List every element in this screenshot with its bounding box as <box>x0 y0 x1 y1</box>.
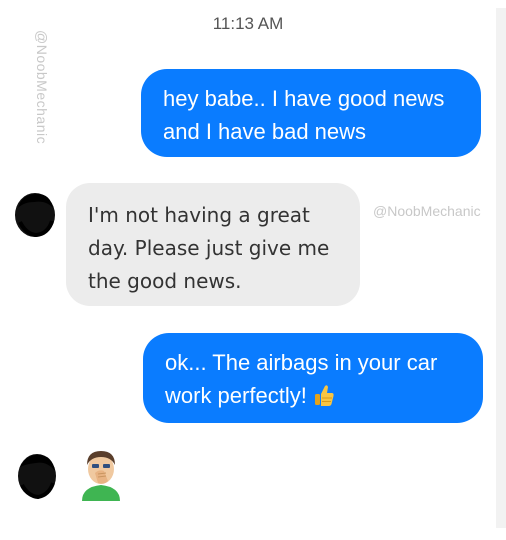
watermark-inline: @NoobMechanic <box>373 203 481 219</box>
outgoing-message[interactable]: hey babe.. I have good news and I have b… <box>141 69 481 157</box>
watermark-vertical: @NoobMechanic <box>34 30 50 145</box>
message-text: hey babe.. I have good news and I have b… <box>163 86 445 144</box>
face-palm-icon <box>78 447 124 501</box>
incoming-message[interactable]: I'm not having a great day. Please just … <box>66 183 360 306</box>
avatar[interactable] <box>15 449 61 501</box>
message-timestamp: 11:13 AM <box>212 14 284 33</box>
scrollbar-track[interactable] <box>496 8 506 528</box>
avatar[interactable] <box>12 188 58 240</box>
outgoing-message[interactable]: ok... The airbags in your car work perfe… <box>143 333 483 423</box>
message-text: ok... The airbags in your car work perfe… <box>165 350 438 408</box>
thumbs-up-icon <box>313 383 335 407</box>
message-text: I'm not having a great day. Please just … <box>88 203 330 293</box>
